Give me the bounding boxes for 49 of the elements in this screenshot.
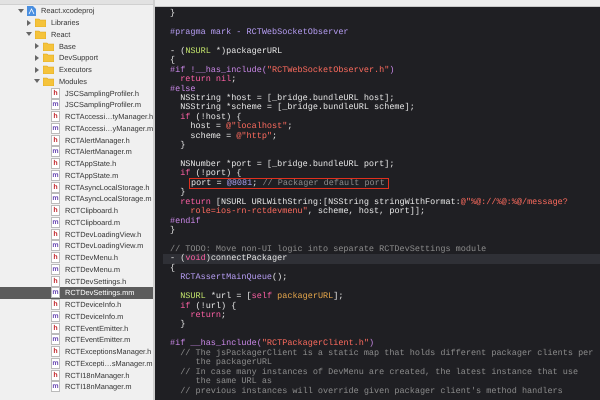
code-line: NSNumber *port = [_bridge.bundleURL port];: [179, 160, 394, 169]
code-line: return [NSURL URLWithString:[NSString stringWithFormat:@"%@://%@:%@/message?: [179, 198, 568, 207]
code-line: }: [170, 226, 176, 236]
folder-icon: [35, 18, 46, 28]
disclosure-triangle-icon[interactable]: [34, 43, 40, 50]
folder-icon: [43, 53, 54, 62]
code-line: }: [179, 320, 186, 330]
code-line: if (!url) {: [179, 302, 236, 311]
code-line: NSURL *url = [self packagerURL];: [179, 292, 344, 302]
code-line: NSString *host = [_bridge.bundleURL host];: [179, 94, 394, 103]
folder-icon: [43, 76, 54, 86]
code-line: {: [170, 264, 176, 274]
code-line: scheme = @"http";: [189, 132, 278, 142]
disclosure-triangle-icon[interactable]: [34, 54, 40, 61]
code-line: NSString *scheme = [_bridge.bundleURL scheme];: [179, 103, 415, 112]
code-line: return;: [189, 311, 226, 320]
code-line: return nil;: [179, 75, 236, 84]
folder-icon: [43, 65, 54, 74]
code-line: }: [170, 9, 176, 18]
code-line: the same URL as: [194, 377, 272, 386]
code-line: - (NSURL *)packagerURL: [170, 46, 282, 56]
code-line: the packagerURL: [194, 358, 272, 368]
code-line: RCTAssertMainQueue();: [179, 273, 288, 283]
code-line: role=ios-rn-rctdevmenu", scheme, host, port]];: [189, 207, 426, 216]
disclosure-triangle-icon[interactable]: [26, 31, 32, 38]
code-line: }: [179, 141, 186, 151]
folder-icon: [35, 30, 46, 39]
code-line: port = @8081; // Packager default port: [190, 178, 388, 188]
code-line: #if __has_include("RCTPackagerClient.h"): [170, 339, 374, 348]
code-line: // TODO: Move non-UI logic into separate RCTDevSettings module: [170, 244, 486, 254]
project-file-icon: [27, 6, 36, 16]
code-line: #endif: [170, 216, 201, 226]
disclosure-triangle-icon[interactable]: [18, 8, 24, 14]
code-line: {: [170, 56, 176, 66]
disclosure-triangle-icon[interactable]: [34, 66, 40, 73]
code-line: }: [179, 188, 186, 198]
disclosure-triangle-icon[interactable]: [34, 78, 40, 84]
code-line: // In case many instances of DevMenu are created, the latest instance that use: [179, 368, 578, 377]
code-line: #else: [170, 84, 196, 94]
code-line: // previous instances will override given packager client's method handlers: [179, 386, 563, 396]
folder-icon: [43, 42, 54, 51]
code-line: host = @"localhost";: [189, 122, 292, 132]
code-line: if (!host) {: [179, 112, 242, 122]
disclosure-triangle-icon[interactable]: [26, 20, 32, 26]
code-line: // The jsPackagerClient is a static map that holds different packager clients per: [179, 348, 594, 358]
code-line: - (void)connectPackager: [170, 254, 288, 264]
code-line: #if !__has_include("RCTWebSocketObserver.h"): [170, 66, 394, 75]
code-line: if (!port) {: [179, 169, 242, 179]
code-line: #pragma mark - RCTWebSocketObserver: [170, 28, 349, 38]
